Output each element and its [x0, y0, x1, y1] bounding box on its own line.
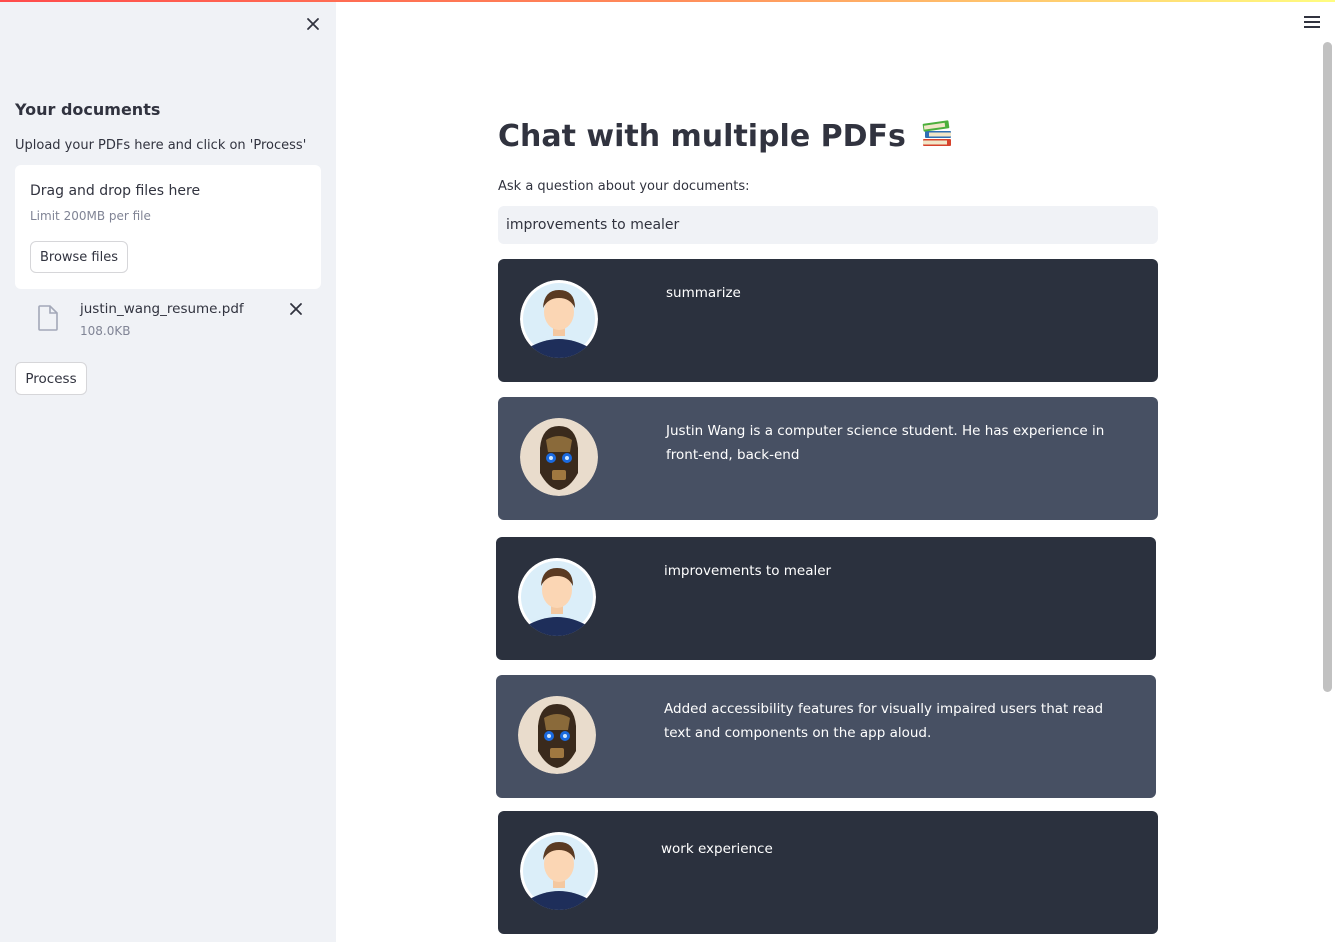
upload-label: Upload your PDFs here and click on 'Proc…	[15, 138, 307, 153]
chat-message-bot: Justin Wang is a computer science studen…	[498, 397, 1158, 520]
scrollbar-thumb[interactable]	[1323, 42, 1332, 692]
chat-message-user: summarize	[498, 259, 1158, 382]
dropzone-limit: Limit 200MB per file	[30, 209, 151, 223]
user-avatar	[520, 280, 598, 358]
question-input[interactable]	[498, 206, 1158, 244]
message-text: Added accessibility features for visuall…	[664, 701, 1104, 741]
file-icon	[37, 305, 59, 331]
sidebar-heading: Your documents	[15, 100, 161, 119]
books-icon	[920, 118, 954, 148]
user-avatar	[518, 558, 596, 636]
user-avatar	[520, 832, 598, 910]
dropzone-title: Drag and drop files here	[30, 183, 201, 199]
chat-message-bot: Added accessibility features for visuall…	[496, 675, 1156, 798]
message-text: summarize	[666, 285, 741, 301]
sidebar: Your documents Upload your PDFs here and…	[0, 0, 336, 942]
page-title: Chat with multiple PDFs	[498, 118, 954, 154]
question-label: Ask a question about your documents:	[498, 179, 750, 194]
process-button[interactable]: Process	[15, 362, 87, 395]
file-dropzone[interactable]: Drag and drop files here Limit 200MB per…	[15, 165, 321, 289]
file-size: 108.0KB	[80, 324, 131, 338]
browse-files-button[interactable]: Browse files	[30, 241, 128, 273]
bot-avatar	[518, 696, 596, 774]
file-name: justin_wang_resume.pdf	[80, 301, 244, 317]
page-title-text: Chat with multiple PDFs	[498, 119, 906, 154]
message-text: work experience	[661, 841, 773, 857]
uploaded-file-row: justin_wang_resume.pdf 108.0KB	[15, 295, 321, 345]
close-sidebar-icon[interactable]	[303, 14, 323, 34]
message-text: Justin Wang is a computer science studen…	[666, 423, 1105, 463]
hamburger-menu-icon[interactable]	[1304, 16, 1320, 30]
remove-file-icon[interactable]	[287, 300, 305, 318]
top-decoration-bar	[0, 0, 1335, 2]
chat-message-user: improvements to mealer	[496, 537, 1156, 660]
bot-avatar	[520, 418, 598, 496]
message-text: improvements to mealer	[664, 563, 832, 579]
chat-message-user: work experience	[498, 811, 1158, 934]
